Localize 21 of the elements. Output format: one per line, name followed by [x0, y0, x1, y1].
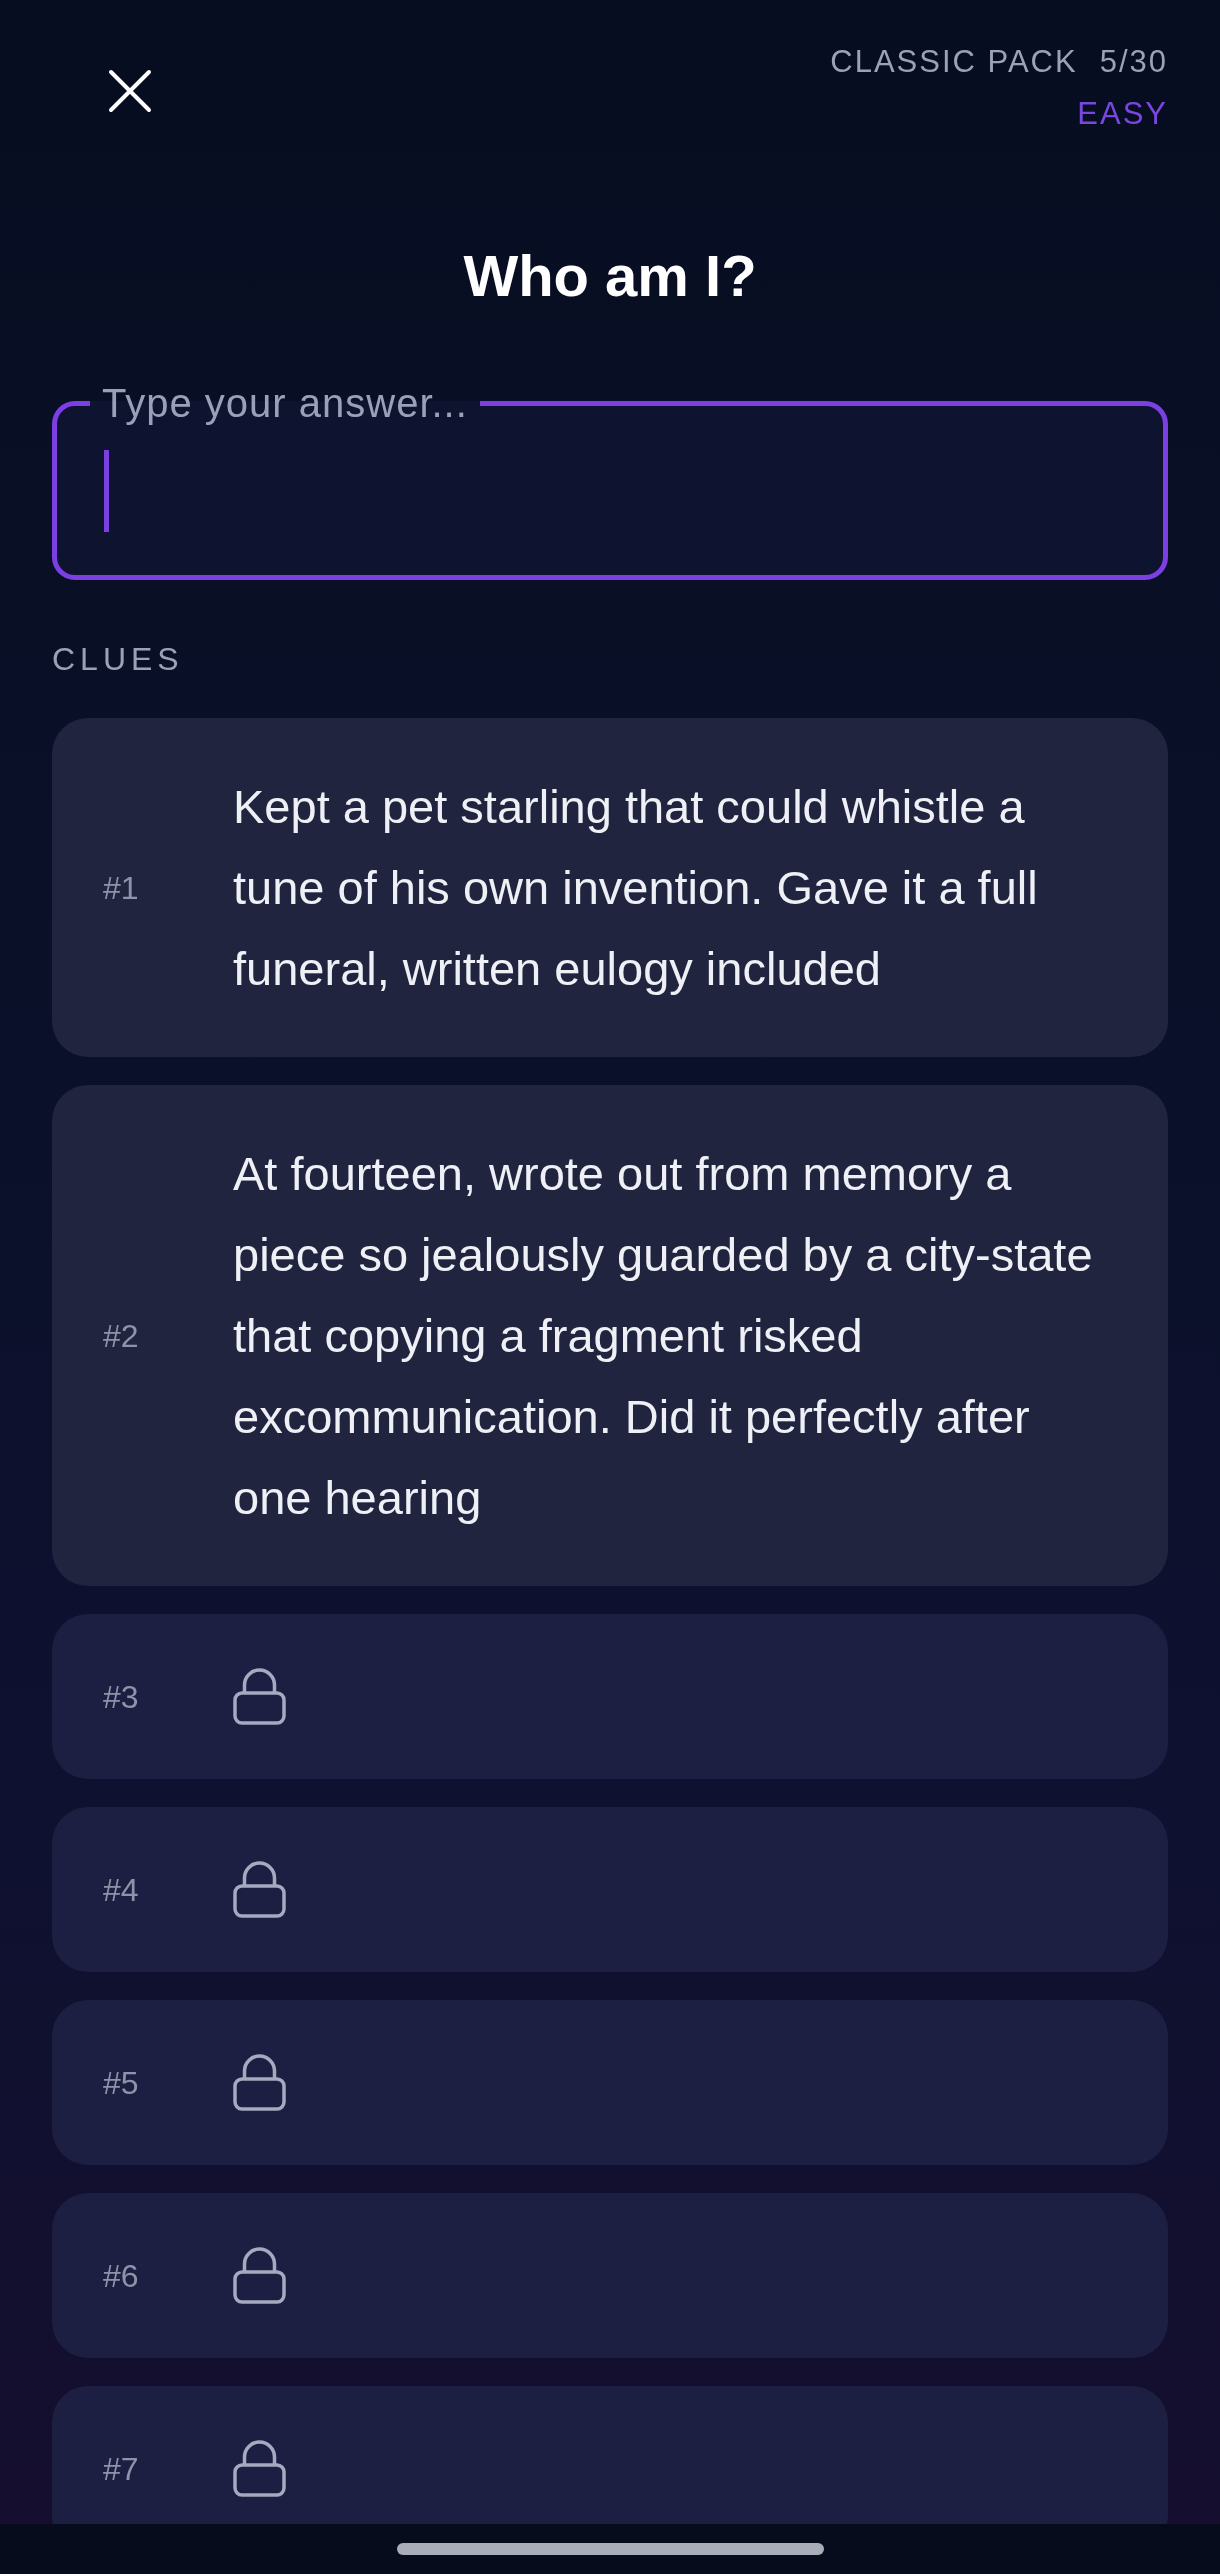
clue-text: At fourteen, wrote out from memory a piece so jealously guarded by a city-state that copying a fragment risked excommunication. Did it perfectly after one hearing [233, 1146, 1094, 1526]
clue-number: #6 [103, 2256, 139, 2296]
clue-number: #7 [103, 2449, 139, 2489]
clue-number: #3 [103, 1677, 139, 1717]
lock-icon [233, 2247, 286, 2304]
close-icon [108, 69, 152, 113]
clue-number: #5 [103, 2063, 139, 2103]
lock-icon [233, 2440, 286, 2497]
lock-icon [233, 1668, 286, 1725]
difficulty-label: EASY [1077, 95, 1168, 133]
text-cursor-icon [104, 450, 109, 532]
question-counter: 5/30 [1099, 43, 1168, 81]
clue-text: Kept a pet starling that could whistle a tune of his own invention. Gave it a full funeral, written eulogy included [233, 779, 1039, 997]
clue-number: #4 [103, 1870, 139, 1910]
clue-number: #1 [103, 868, 139, 908]
clue-number: #2 [103, 1316, 139, 1356]
pack-name: CLASSIC PACK [830, 43, 1078, 81]
lock-icon [233, 2054, 286, 2111]
lock-icon [233, 1861, 286, 1918]
page-title: Who am I? [463, 242, 757, 310]
clues-heading: CLUES [52, 640, 184, 679]
